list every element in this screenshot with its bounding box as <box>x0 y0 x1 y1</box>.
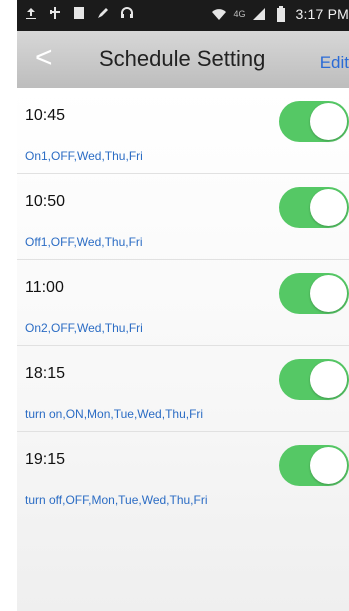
schedule-item[interactable]: 18:15 turn on,ON,Mon,Tue,Wed,Thu,Fri <box>17 346 349 432</box>
back-button[interactable]: < <box>35 43 61 73</box>
wifi-icon <box>211 6 227 22</box>
schedule-item[interactable]: 19:15 turn off,OFF,Mon,Tue,Wed,Thu,Fri <box>17 432 349 518</box>
notification-icon <box>71 5 87 21</box>
status-left-icons <box>23 5 135 21</box>
schedule-toggle[interactable] <box>279 359 349 400</box>
schedule-description: On1,OFF,Wed,Thu,Fri <box>25 149 143 163</box>
network-label: 4G <box>233 9 246 19</box>
toggle-knob <box>310 275 347 312</box>
toggle-knob <box>310 189 347 226</box>
nav-bar: < Schedule Setting Edit <box>17 31 349 89</box>
battery-icon <box>273 6 289 22</box>
schedule-time: 19:15 <box>25 451 66 468</box>
status-time: 3:17 PM <box>295 6 349 22</box>
upload-icon <box>23 5 39 21</box>
signal-icon <box>251 6 267 22</box>
schedule-description: Off1,OFF,Wed,Thu,Fri <box>25 235 143 249</box>
toggle-knob <box>310 447 347 484</box>
schedule-toggle[interactable] <box>279 101 349 142</box>
schedule-description: turn on,ON,Mon,Tue,Wed,Thu,Fri <box>25 407 204 421</box>
schedule-toggle[interactable] <box>279 273 349 314</box>
schedule-time: 10:45 <box>25 107 66 124</box>
schedule-time: 11:00 <box>25 279 64 296</box>
status-right-icons: 4G 3:17 PM <box>211 6 349 22</box>
schedule-time: 18:15 <box>25 365 66 382</box>
toggle-knob <box>310 103 347 140</box>
schedule-toggle[interactable] <box>279 445 349 486</box>
schedule-toggle[interactable] <box>279 187 349 228</box>
status-bar: 4G 3:17 PM <box>17 0 349 31</box>
schedule-item[interactable]: 10:50 Off1,OFF,Wed,Thu,Fri <box>17 174 349 260</box>
schedule-description: On2,OFF,Wed,Thu,Fri <box>25 321 143 335</box>
page-title: Schedule Setting <box>99 46 266 71</box>
schedule-time: 10:50 <box>25 193 66 210</box>
schedule-list: 10:45 On1,OFF,Wed,Thu,Fri 10:50 Off1,OFF… <box>17 88 349 611</box>
headset-icon <box>119 5 135 21</box>
schedule-item[interactable]: 10:45 On1,OFF,Wed,Thu,Fri <box>17 88 349 174</box>
schedule-item[interactable]: 11:00 On2,OFF,Wed,Thu,Fri <box>17 260 349 346</box>
edit-button[interactable]: Edit <box>320 53 349 73</box>
pen-icon <box>95 5 111 21</box>
schedule-description: turn off,OFF,Mon,Tue,Wed,Thu,Fri <box>25 493 208 507</box>
usb-icon <box>47 5 63 21</box>
toggle-knob <box>310 361 347 398</box>
